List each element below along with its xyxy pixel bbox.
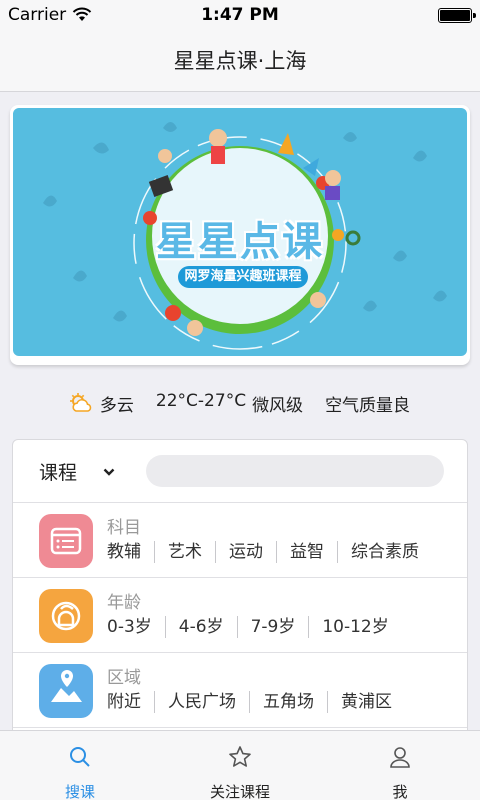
person-icon xyxy=(390,747,410,768)
filter-option[interactable]: 益智 xyxy=(276,541,337,563)
banner-subtitle: 网罗海量兴趣班课程 xyxy=(178,266,308,288)
filter-label-area: 区域 xyxy=(107,668,141,688)
weather-condition-text: 多云 xyxy=(99,395,134,416)
category-dropdown[interactable]: 课程 xyxy=(39,458,115,485)
weather-condition: 多云 xyxy=(69,391,134,416)
filter-row-area: 区域 附近 人民广场 五角场 黄浦区 xyxy=(13,653,467,728)
tab-label: 搜课 xyxy=(64,783,95,800)
filter-row-age: 年龄 0-3岁 4-6岁 7-9岁 10-12岁 xyxy=(13,578,467,653)
tab-label: 关注课程 xyxy=(209,783,270,800)
status-bar: Carrier 1:47 PM xyxy=(0,0,480,30)
air-quality: 空气质量良 xyxy=(325,395,411,416)
banner-image[interactable]: 星星点课 网罗海量兴趣班课程 xyxy=(13,108,467,356)
filter-option[interactable]: 0-3岁 xyxy=(107,616,165,638)
filter-option[interactable]: 五角场 xyxy=(249,691,327,713)
filter-option[interactable]: 附近 xyxy=(107,691,154,713)
filter-option[interactable]: 人民广场 xyxy=(154,691,249,713)
search-row: 课程 xyxy=(13,440,467,503)
page-title: 星星点课·上海 xyxy=(173,49,307,73)
filter-option[interactable]: 艺术 xyxy=(154,541,215,563)
filter-row-subject: 科目 教辅 艺术 运动 益智 综合素质 xyxy=(13,503,467,578)
search-icon xyxy=(70,747,90,767)
navigation-bar: 星星点课·上海 xyxy=(0,30,480,92)
clock: 1:47 PM xyxy=(201,5,279,25)
filter-option[interactable]: 综合素质 xyxy=(337,541,432,563)
temperature-range: 22°C-27°C xyxy=(155,390,247,411)
subject-options: 教辅 艺术 运动 益智 综合素质 xyxy=(107,541,432,563)
weather-bar: 多云 22°C-27°C 微风级 空气质量良 xyxy=(0,390,480,416)
filter-option[interactable]: 10-12岁 xyxy=(308,616,401,638)
filter-option[interactable]: 4-6岁 xyxy=(164,616,237,638)
filter-option[interactable]: 教辅 xyxy=(107,541,154,563)
star-icon xyxy=(229,746,251,767)
wind-level: 微风级 xyxy=(252,395,304,416)
age-icon xyxy=(39,589,93,643)
partly-cloudy-icon xyxy=(69,393,92,412)
age-options: 0-3岁 4-6岁 7-9岁 10-12岁 xyxy=(107,616,402,638)
banner-card[interactable]: 星星点课 网罗海量兴趣班课程 xyxy=(10,105,470,365)
battery-icon xyxy=(438,8,476,23)
filter-option[interactable]: 7-9岁 xyxy=(236,616,309,638)
course-filter-card: 课程 科目 教辅 艺术 运动 益智 综合素质 年龄 0-3岁 4-6岁 7-9岁… xyxy=(12,439,468,739)
tab-me[interactable]: 我 xyxy=(320,731,480,800)
area-options: 附近 人民广场 五角场 黄浦区 xyxy=(107,691,405,713)
filter-label-subject: 科目 xyxy=(107,518,141,538)
search-input[interactable] xyxy=(146,455,444,487)
tab-bar: 搜课 关注课程 我 xyxy=(0,730,480,800)
chevron-down-icon xyxy=(103,468,115,476)
subject-icon xyxy=(39,514,93,568)
filter-option[interactable]: 运动 xyxy=(215,541,276,563)
tab-search-courses[interactable]: 搜课 xyxy=(0,731,160,800)
banner-title: 星星点课 xyxy=(156,219,324,265)
filter-option[interactable]: 黄浦区 xyxy=(327,691,405,713)
category-label: 课程 xyxy=(39,462,78,484)
tab-followed-courses[interactable]: 关注课程 xyxy=(160,731,320,800)
filter-label-age: 年龄 xyxy=(107,593,141,613)
area-map-icon xyxy=(39,664,93,718)
tab-label: 我 xyxy=(392,783,408,800)
